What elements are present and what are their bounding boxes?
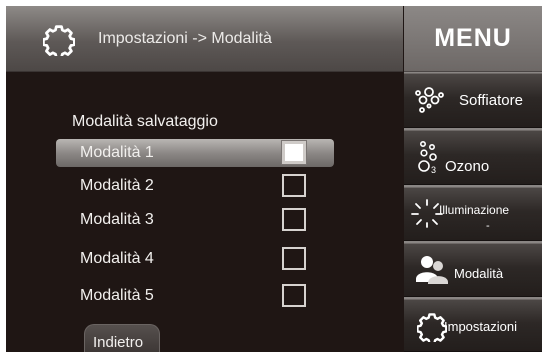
menu-item-soffiatore[interactable]: Soffiatore bbox=[404, 73, 542, 128]
menu-item-label: Soffiatore bbox=[459, 92, 523, 109]
mode-label: Modalità 1 bbox=[80, 144, 154, 161]
mode-checkbox[interactable] bbox=[282, 208, 306, 231]
mode-row-2[interactable]: Modalità 2 bbox=[56, 172, 334, 200]
mode-row-3[interactable]: Modalità 3 bbox=[56, 206, 334, 234]
mode-label: Modalità 4 bbox=[80, 250, 154, 267]
menu-item-label: Impostazioni bbox=[444, 319, 517, 334]
mode-label: Modalità 5 bbox=[80, 287, 154, 304]
mode-label: Modalità 3 bbox=[80, 211, 154, 228]
menu-item-modalita[interactable]: Modalità bbox=[404, 243, 542, 297]
mode-row-4[interactable]: Modalità 4 bbox=[56, 245, 334, 273]
menu-item-suffix: - bbox=[486, 220, 490, 232]
page-title: Impostazioni -> Modalità bbox=[98, 30, 272, 47]
menu-title: MENU bbox=[404, 6, 542, 72]
gear-icon bbox=[43, 25, 75, 56]
gear-icon bbox=[417, 313, 447, 342]
menu-panel: MENU Soffiatore 3 Ozono Illuminazione - … bbox=[404, 6, 542, 352]
mode-checkbox[interactable] bbox=[282, 247, 306, 270]
menu-item-label: Ozono bbox=[445, 158, 490, 175]
device-screen: Impostazioni -> Modalità Modalità salvat… bbox=[6, 6, 542, 352]
back-button[interactable]: Indietro bbox=[84, 324, 160, 352]
mode-row-5[interactable]: Modalità 5 bbox=[56, 282, 334, 310]
menu-item-impostazioni[interactable]: Impostazioni bbox=[404, 299, 542, 352]
mode-row-1[interactable]: Modalità 1 bbox=[56, 139, 334, 167]
header-bar: Impostazioni -> Modalità bbox=[6, 6, 403, 72]
blower-icon bbox=[415, 87, 444, 113]
menu-item-ozono[interactable]: 3 Ozono bbox=[404, 130, 542, 185]
menu-item-illuminazione[interactable]: Illuminazione - bbox=[404, 187, 542, 241]
menu-item-label: Modalità bbox=[454, 266, 504, 281]
ozone-icon: 3 bbox=[418, 140, 437, 175]
back-label: Indietro bbox=[93, 334, 144, 351]
users-icon bbox=[416, 256, 448, 284]
svg-text:3: 3 bbox=[431, 165, 436, 175]
mode-label: Modalità 2 bbox=[80, 177, 154, 194]
mode-checkbox[interactable] bbox=[282, 141, 306, 164]
mode-checkbox[interactable] bbox=[282, 284, 306, 307]
menu-item-label: Illuminazione bbox=[439, 203, 510, 217]
mode-checkbox[interactable] bbox=[282, 174, 306, 197]
section-label: Modalità salvataggio bbox=[72, 113, 218, 130]
